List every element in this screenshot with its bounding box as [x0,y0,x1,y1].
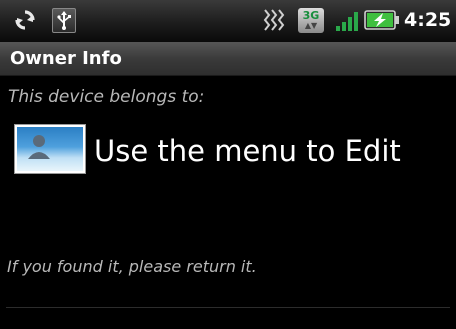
return-message: If you found it, please return it. [7,257,257,276]
battery-charging-icon [364,10,399,30]
usb-icon [52,8,76,33]
status-bar: 3G ▲▼ 4:25 [0,0,456,43]
data-arrows-icon: ▲▼ [304,21,318,30]
belongs-label: This device belongs to: [8,87,205,107]
sync-icon [15,10,35,30]
owner-placeholder-text: Use the menu to Edit [94,134,401,168]
3g-data-icon: 3G ▲▼ [298,8,324,33]
page-title: Owner Info [10,48,122,69]
vibrate-icon [263,9,285,31]
contact-photo-icon [17,127,83,171]
title-bar: Owner Info [0,43,456,76]
bottom-divider [6,307,450,308]
signal-icon [336,12,358,31]
status-clock: 4:25 [404,9,452,31]
owner-avatar [14,124,86,174]
